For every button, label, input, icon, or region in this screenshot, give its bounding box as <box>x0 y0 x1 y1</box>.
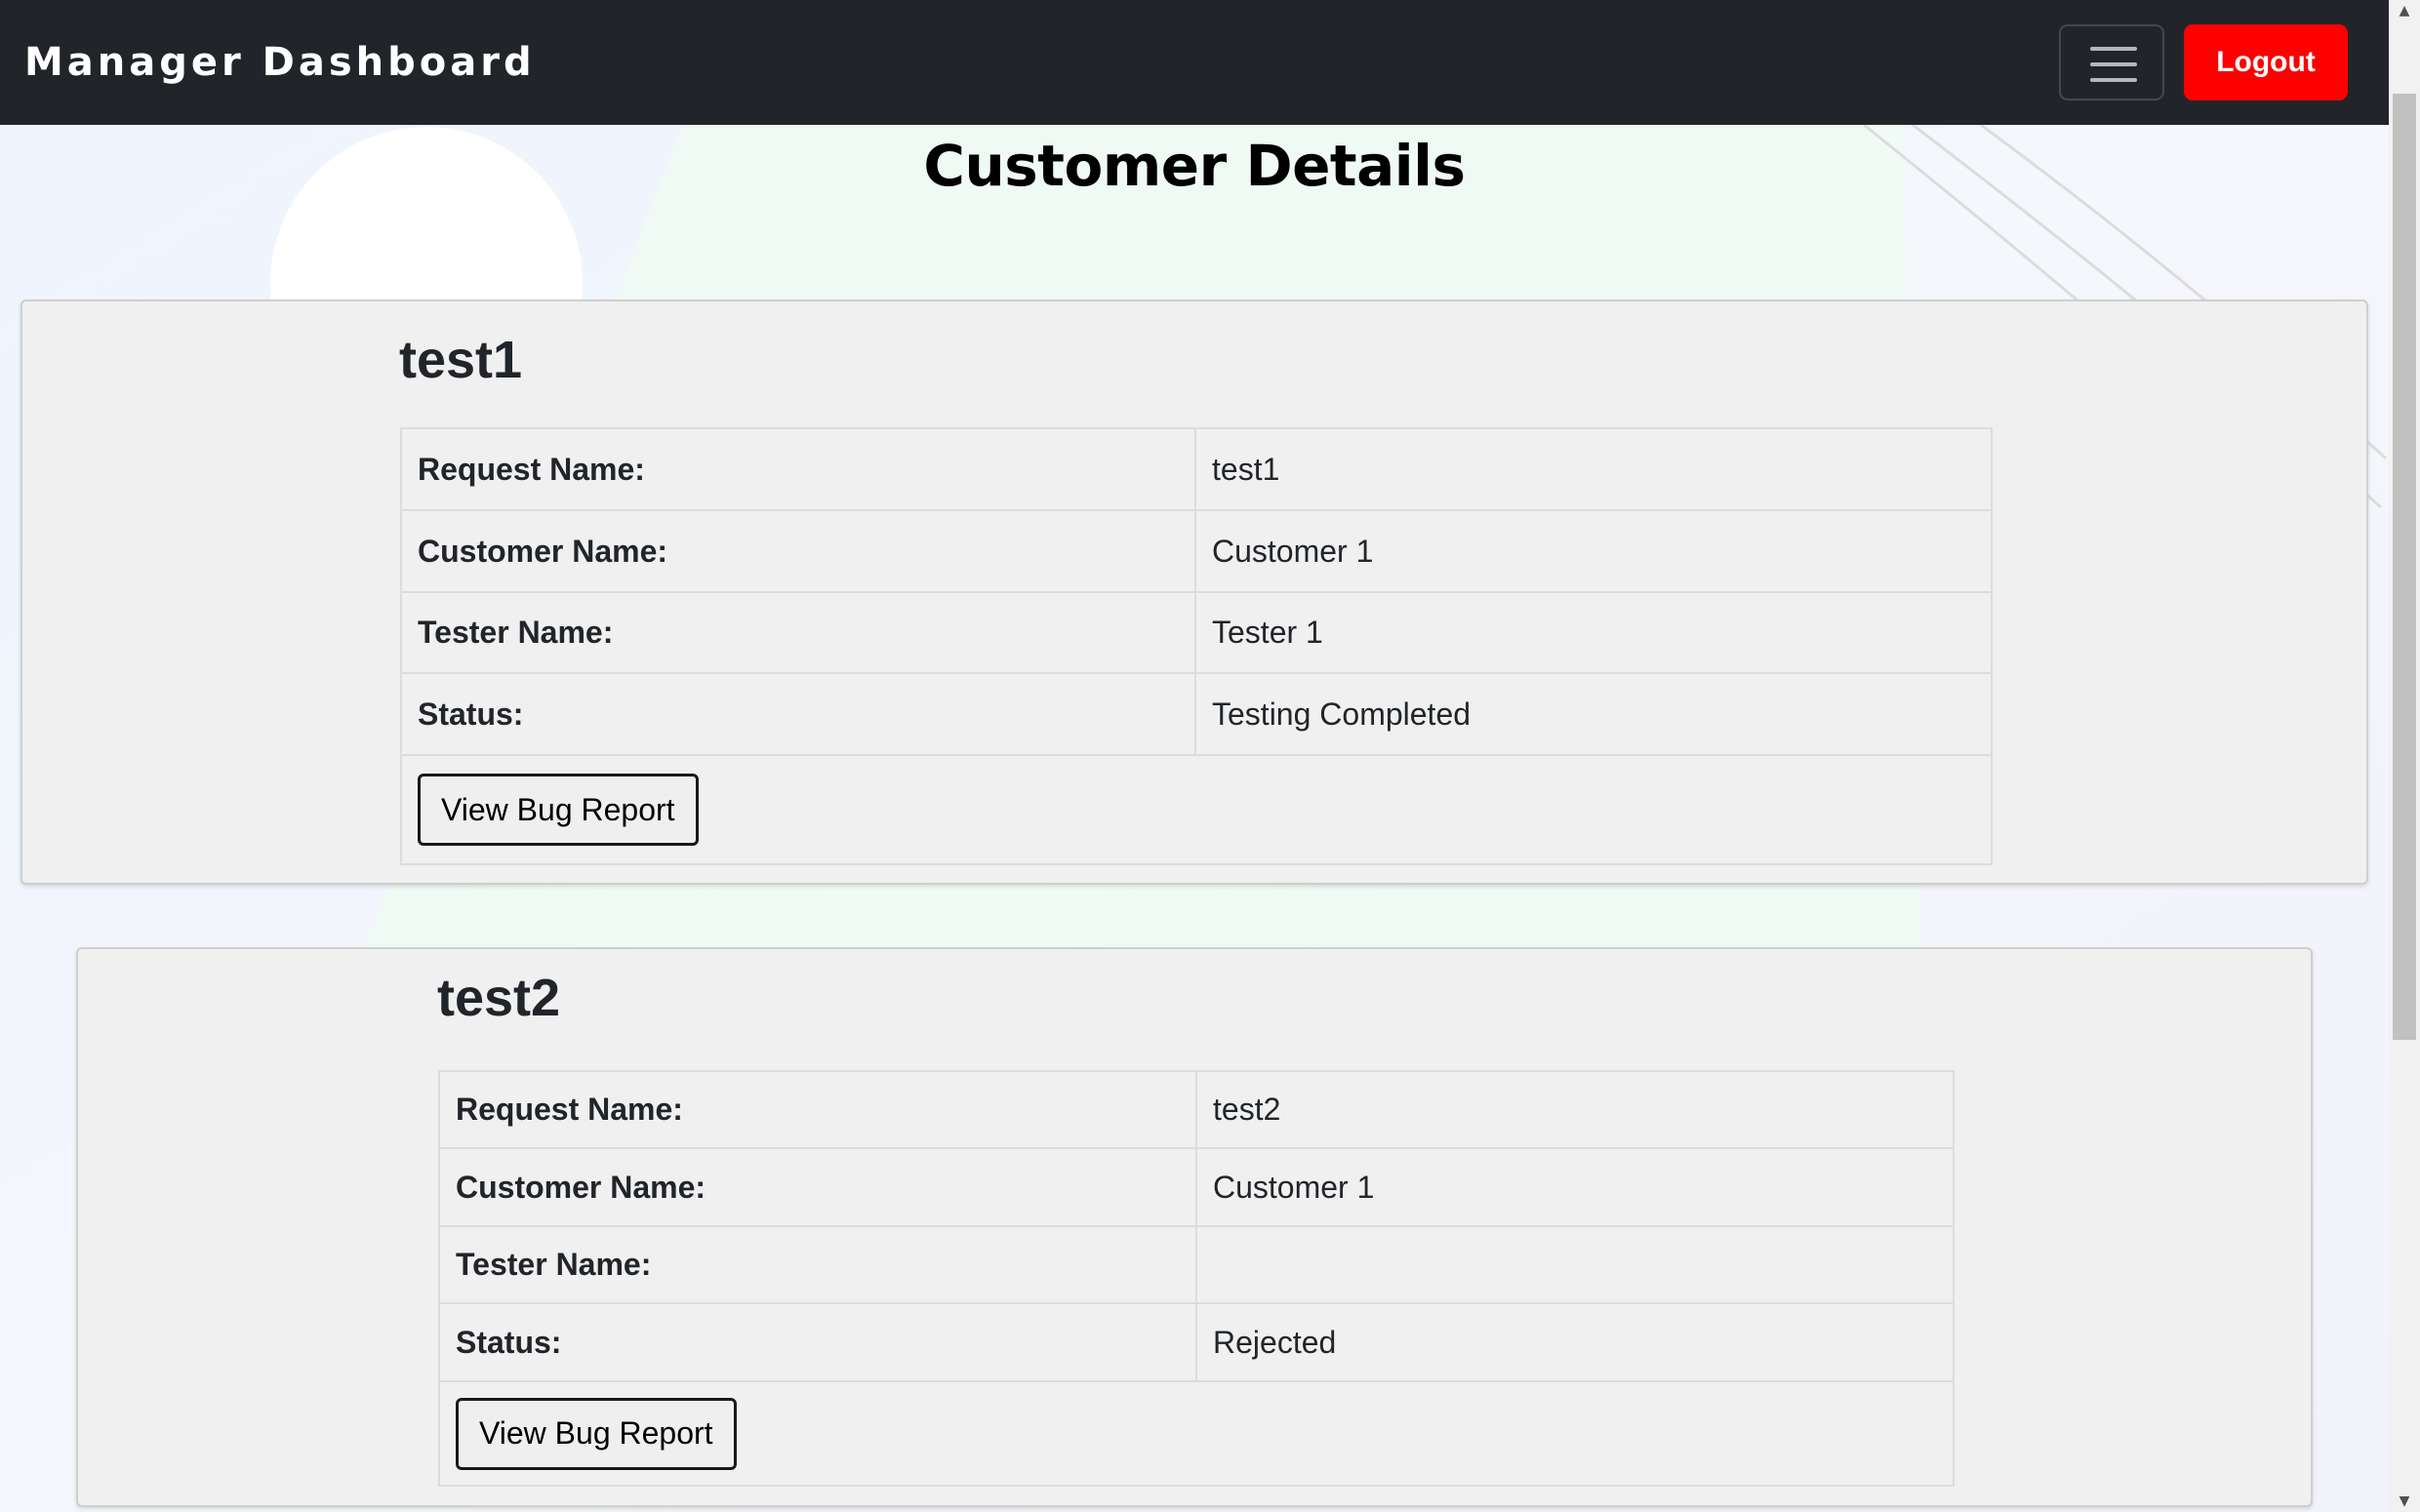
card-title: test1 <box>399 331 523 389</box>
request-card: test1 Request Name: test1 Customer Name:… <box>20 299 2368 885</box>
status-label: Status: <box>400 672 1196 756</box>
customer-name-value: Customer 1 <box>1195 1147 1955 1227</box>
customer-name-value: Customer 1 <box>1194 509 1993 593</box>
card-title: test2 <box>437 969 561 1027</box>
action-cell: View Bug Report <box>400 754 1993 865</box>
hamburger-icon-line <box>2090 78 2137 82</box>
scroll-down-icon[interactable]: ▼ <box>2389 1491 2420 1512</box>
table-row: Tester Name: <box>438 1225 1955 1304</box>
tester-name-label: Tester Name: <box>438 1225 1197 1304</box>
table-row: Status: Rejected <box>438 1302 1955 1382</box>
action-cell: View Bug Report <box>438 1380 1955 1487</box>
status-value: Rejected <box>1195 1302 1955 1382</box>
page-title: Customer Details <box>923 133 1466 199</box>
scroll-thumb[interactable] <box>2393 94 2416 1040</box>
table-row: Customer Name: Customer 1 <box>438 1147 1955 1227</box>
tester-name-value <box>1195 1225 1955 1304</box>
customer-name-label: Customer Name: <box>400 509 1196 593</box>
hamburger-icon-line <box>2090 47 2137 51</box>
status-label: Status: <box>438 1302 1197 1382</box>
table-row: Status: Testing Completed <box>400 672 1993 756</box>
brand-title[interactable]: Manager Dashboard <box>24 35 536 90</box>
request-name-label: Request Name: <box>438 1070 1197 1149</box>
details-table: Request Name: test1 Customer Name: Custo… <box>400 427 1993 865</box>
tester-name-value: Tester 1 <box>1194 591 1993 674</box>
navbar: Manager Dashboard Logout <box>0 0 2389 125</box>
table-row: View Bug Report <box>400 754 1993 865</box>
tester-name-label: Tester Name: <box>400 591 1196 674</box>
details-table: Request Name: test2 Customer Name: Custo… <box>438 1070 1955 1487</box>
status-value: Testing Completed <box>1194 672 1993 756</box>
request-card: test2 Request Name: test2 Customer Name:… <box>76 947 2313 1507</box>
request-name-value: test2 <box>1195 1070 1955 1149</box>
table-row: Request Name: test2 <box>438 1070 1955 1149</box>
customer-name-label: Customer Name: <box>438 1147 1197 1227</box>
page-scrollbar[interactable]: ▲ ▼ <box>2389 0 2420 1512</box>
view-bug-report-button[interactable]: View Bug Report <box>456 1397 737 1470</box>
request-name-label: Request Name: <box>400 427 1196 511</box>
menu-toggle-button[interactable] <box>2059 24 2164 100</box>
table-row: Tester Name: Tester 1 <box>400 591 1993 674</box>
request-name-value: test1 <box>1194 427 1993 511</box>
hamburger-icon-line <box>2090 62 2137 66</box>
table-row: Customer Name: Customer 1 <box>400 509 1993 593</box>
view-bug-report-button[interactable]: View Bug Report <box>418 774 699 846</box>
logout-button[interactable]: Logout <box>2184 24 2348 100</box>
scroll-up-icon[interactable]: ▲ <box>2389 0 2420 21</box>
table-row: View Bug Report <box>438 1380 1955 1487</box>
table-row: Request Name: test1 <box>400 427 1993 511</box>
